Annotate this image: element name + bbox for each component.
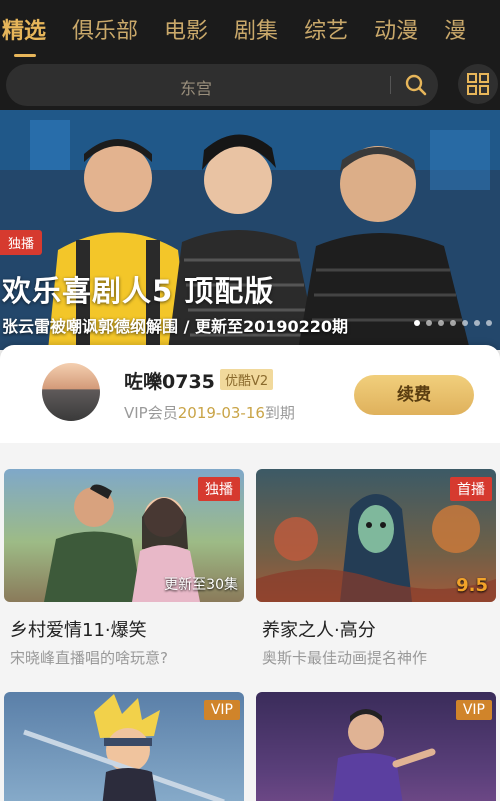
search-placeholder: 东宫 [179,79,212,98]
vip-expiry-suffix: 到期 [264,404,295,422]
grid-icon[interactable] [458,64,498,104]
avatar[interactable] [42,363,100,421]
tab-series[interactable]: 剧集 [234,13,278,45]
vip-expiry-prefix: VIP会员 [124,404,178,422]
card-thumbnail: VIP [4,692,244,801]
tab-anime[interactable]: 动漫 [374,13,418,45]
card-thumbnail: VIP [256,692,496,801]
vip-expiry-date: 2019-03-16 [177,404,265,422]
carousel-dot[interactable] [438,320,444,326]
card-title: 养家之人·高分 [262,620,376,641]
search-icon[interactable] [404,73,428,97]
card-description: 奥斯卡最佳动画提名神作 [262,649,428,667]
carousel-dot[interactable] [414,320,420,326]
top-nav: 精选 俱乐部 电影 剧集 综艺 动漫 漫 [0,0,500,58]
vip-expiry: VIP会员2019-03-16到期 [124,402,295,423]
vip-level-badge: 优酷V2 [220,369,274,390]
card-tag: VIP [203,700,240,720]
card-tag: 独播 [198,477,240,501]
card-thumbnail: 独播 更新至30集 [4,469,244,602]
card-tag: 首播 [450,477,492,501]
username: 咗嚛0735 [124,371,215,393]
search-bar-row: 东宫 [0,58,500,110]
search-input[interactable]: 东宫 [6,64,438,106]
tab-variety[interactable]: 综艺 [304,13,348,45]
carousel-dots[interactable] [414,320,492,326]
carousel-dot[interactable] [462,320,468,326]
search-divider [390,76,391,94]
carousel-dot[interactable] [474,320,480,326]
tab-featured[interactable]: 精选 [2,13,46,57]
card-tag: VIP [455,700,492,720]
renew-button[interactable]: 续费 [354,375,474,415]
hero-title: 欢乐喜剧人5 顶配版 [2,274,275,308]
carousel-dot[interactable] [486,320,492,326]
tab-movies[interactable]: 电影 [164,13,208,45]
exclusive-badge: 独播 [0,230,43,255]
episode-count: 更新至30集 [164,577,238,593]
card-description: 宋晓峰直播唱的啥玩意? [10,649,168,667]
carousel-dot[interactable] [426,320,432,326]
tab-club[interactable]: 俱乐部 [72,13,138,45]
hero-subtitle: 张云雷被嘲讽郭德纲解围 / 更新至20190220期 [2,317,349,336]
content-grid: 独播 更新至30集 乡村爱情11·爆笑 宋晓峰直播唱的啥玩意? 首播 9.5 养… [0,443,500,801]
vip-member-card: 咗嚛0735 优酷V2 VIP会员2019-03-16到期 续费 [0,345,500,443]
carousel-dot[interactable] [450,320,456,326]
hero-banner[interactable]: 独播 欢乐喜剧人5 顶配版 张云雷被嘲讽郭德纲解围 / 更新至20190220期 [0,110,500,350]
card-thumbnail: 首播 9.5 [256,469,496,602]
card-title: 乡村爱情11·爆笑 [10,620,147,641]
tab-comics[interactable]: 漫 [444,13,466,45]
rating-score: 9.5 [456,575,488,596]
